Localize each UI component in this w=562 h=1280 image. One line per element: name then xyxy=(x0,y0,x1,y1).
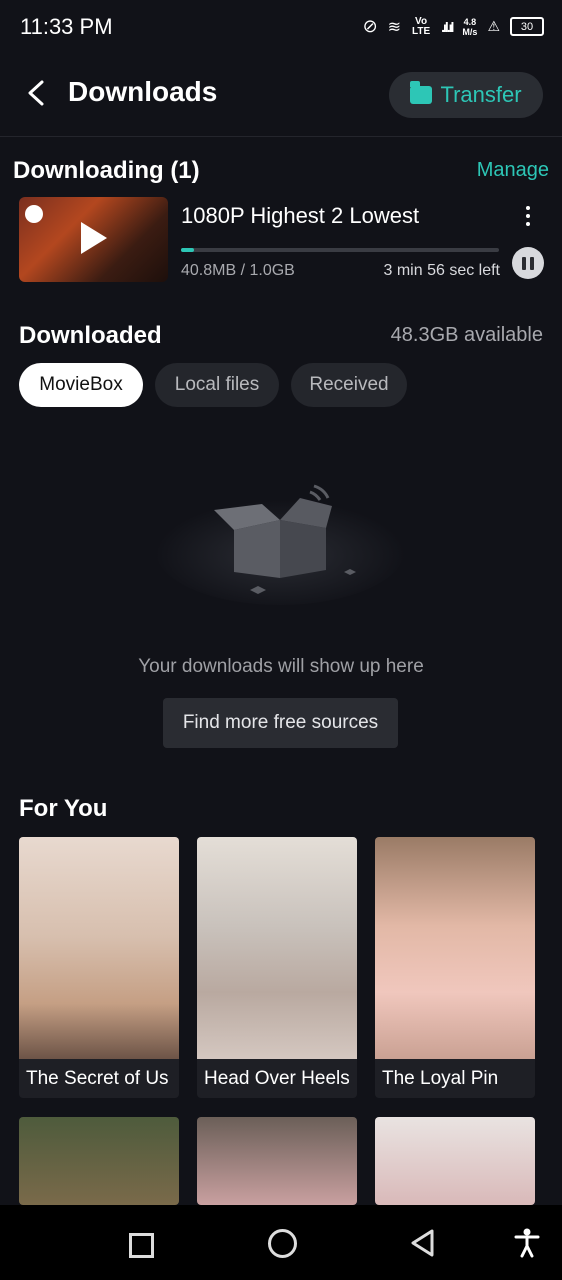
status-icons: ⊘ ≋ Vo LTE .ıl.ıl 4.8 M/s ⚠ 30 xyxy=(363,16,544,37)
back-nav-icon[interactable] xyxy=(410,1229,436,1257)
movie-card[interactable] xyxy=(19,1117,179,1205)
page-title: Downloads xyxy=(68,76,218,107)
folder-icon xyxy=(410,81,433,104)
movie-title: Head Over Heels xyxy=(204,1068,350,1089)
movie-card[interactable]: The Secret of Us xyxy=(19,837,179,1098)
downloading-title: Downloading (1) xyxy=(13,157,200,184)
film-reel-icon xyxy=(25,205,43,223)
speed-unit: M/s xyxy=(462,26,478,37)
empty-box-icon xyxy=(155,484,405,605)
find-sources-button[interactable]: Find more free sources xyxy=(163,698,398,748)
download-progress-bar xyxy=(181,248,499,252)
speed-value: 4.8 xyxy=(463,16,477,27)
play-icon[interactable] xyxy=(81,222,107,254)
movie-poster xyxy=(375,837,535,1059)
movie-card[interactable]: Head Over Heels xyxy=(197,837,357,1098)
network-label: Vo LTE xyxy=(412,15,431,37)
back-arrow-icon[interactable] xyxy=(22,78,52,108)
more-options-icon[interactable] xyxy=(526,206,532,230)
movie-card[interactable] xyxy=(375,1117,535,1205)
tab-local-files[interactable]: Local files xyxy=(155,363,279,407)
status-bar: 11:33 PM ⊘ ≋ Vo LTE .ıl.ıl 4.8 M/s ⚠ 30 xyxy=(0,0,562,56)
transfer-button[interactable]: Transfer xyxy=(389,72,543,118)
movie-card[interactable]: The Loyal Pin xyxy=(375,837,535,1098)
empty-state-message: Your downloads will show up here xyxy=(138,656,424,677)
for-you-title: For You xyxy=(19,795,108,822)
download-eta: 3 min 56 sec left xyxy=(383,262,501,279)
signal-icon: .ıl.ıl xyxy=(441,18,454,35)
movie-title: The Loyal Pin xyxy=(382,1068,499,1089)
network-speed: 4.8 M/s xyxy=(462,17,477,37)
alert-icon: ⚠ xyxy=(487,18,500,34)
home-icon[interactable] xyxy=(268,1229,297,1258)
storage-available: 48.3GB available xyxy=(390,324,543,346)
download-size: 40.8MB / 1.0GB xyxy=(181,262,295,279)
recents-icon[interactable] xyxy=(129,1233,154,1258)
downloaded-title: Downloaded xyxy=(19,322,162,349)
manage-link[interactable]: Manage xyxy=(477,159,549,182)
movie-title: The Secret of Us xyxy=(26,1068,169,1089)
movie-card[interactable] xyxy=(197,1117,357,1205)
pause-bar xyxy=(530,256,534,270)
app-header: Downloads Transfer xyxy=(0,56,562,137)
download-title: 1080P Highest 2 Lowest xyxy=(181,203,420,228)
download-thumbnail[interactable] xyxy=(19,197,168,282)
transfer-label: Transfer xyxy=(440,82,522,107)
do-not-disturb-icon: ⊘ xyxy=(362,16,378,36)
tab-received[interactable]: Received xyxy=(291,363,407,407)
tab-moviebox[interactable]: MovieBox xyxy=(19,363,143,407)
wifi-icon: ≋ xyxy=(387,18,402,36)
progress-fill xyxy=(181,248,194,252)
accessibility-icon[interactable] xyxy=(514,1228,540,1258)
movie-poster xyxy=(197,837,357,1059)
battery-icon: 30 xyxy=(510,17,544,36)
status-time: 11:33 PM xyxy=(20,14,113,39)
pause-bar xyxy=(522,256,526,270)
battery-level: 30 xyxy=(520,20,534,33)
pause-button[interactable] xyxy=(512,247,544,279)
movie-poster xyxy=(19,837,179,1059)
